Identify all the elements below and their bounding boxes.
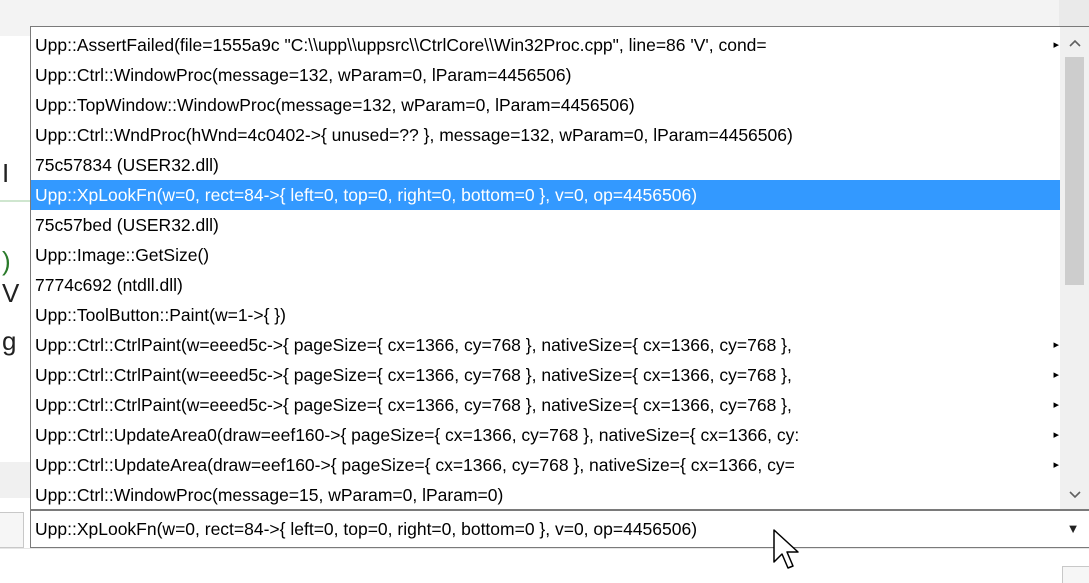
callstack-list: Upp::AssertFailed(file=1555a9c "C:\\upp\… <box>31 30 1061 509</box>
callstack-item-label: 75c57834 (USER32.dll) <box>35 155 219 175</box>
callstack-list-item[interactable]: 75c57bed (USER32.dll) <box>31 210 1061 240</box>
callstack-item-label: Upp::Ctrl::WindowProc(message=132, wPara… <box>35 65 572 85</box>
combo-value: Upp::XpLookFn(w=0, rect=84->{ left=0, to… <box>35 519 698 539</box>
callstack-list-item[interactable]: Upp::Ctrl::WindowProc(message=15, wParam… <box>31 480 1061 509</box>
callstack-item-label: Upp::Ctrl::CtrlPaint(w=eeed5c->{ pageSiz… <box>35 335 792 355</box>
chevron-up-icon[interactable] <box>1060 27 1089 57</box>
callstack-list-item[interactable]: Upp::Ctrl::UpdateArea(draw=eef160->{ pag… <box>31 450 1061 480</box>
left-control-edge <box>0 512 24 548</box>
scrollbar-thumb[interactable] <box>1065 57 1084 285</box>
truncation-arrow-icon: ▸ <box>1053 339 1059 351</box>
background-divider <box>0 200 30 202</box>
callstack-list-item[interactable]: Upp::AssertFailed(file=1555a9c "C:\\upp\… <box>31 30 1061 60</box>
callstack-item-label: Upp::Ctrl::CtrlPaint(w=eeed5c->{ pageSiz… <box>35 395 792 415</box>
bottom-right-control <box>1062 566 1089 583</box>
callstack-list-item[interactable]: Upp::Ctrl::WndProc(hWnd=4c0402->{ unused… <box>31 120 1061 150</box>
mouse-pointer-icon <box>773 529 799 569</box>
background-text-fragment: V <box>2 278 20 308</box>
truncation-arrow-icon: ▸ <box>1053 39 1059 51</box>
background-text-fragment: g <box>2 326 17 356</box>
dropdown-arrow-icon[interactable]: ▼ <box>1057 511 1089 547</box>
background-text-fragment: ) <box>2 246 11 276</box>
callstack-item-label: Upp::Ctrl::UpdateArea0(draw=eef160->{ pa… <box>35 425 800 445</box>
callstack-item-label: Upp::Image::GetSize() <box>35 245 210 265</box>
chevron-down-icon[interactable] <box>1060 479 1089 509</box>
callstack-item-label: 75c57bed (USER32.dll) <box>35 215 219 235</box>
callstack-item-label: 7774c692 (ntdll.dll) <box>35 275 183 295</box>
truncation-arrow-icon: ▸ <box>1053 429 1059 441</box>
callstack-item-label: Upp::ToolButton::Paint(w=1->{ }) <box>35 305 286 325</box>
callstack-item-label: Upp::XpLookFn(w=0, rect=84->{ left=0, to… <box>35 185 698 205</box>
callstack-list-item[interactable]: Upp::Ctrl::CtrlPaint(w=eeed5c->{ pageSiz… <box>31 360 1061 390</box>
truncation-arrow-icon: ▸ <box>1053 459 1059 471</box>
callstack-item-label: Upp::TopWindow::WindowProc(message=132, … <box>35 95 635 115</box>
callstack-item-label: Upp::Ctrl::CtrlPaint(w=eeed5c->{ pageSiz… <box>35 365 792 385</box>
callstack-list-item[interactable]: Upp::Ctrl::CtrlPaint(w=eeed5c->{ pageSiz… <box>31 390 1061 420</box>
background-text-fragment: I <box>2 158 10 188</box>
callstack-dropdown-list[interactable]: Upp::AssertFailed(file=1555a9c "C:\\upp\… <box>30 26 1089 510</box>
truncation-arrow-icon: ▸ <box>1053 399 1059 411</box>
callstack-item-label: Upp::AssertFailed(file=1555a9c "C:\\upp\… <box>35 35 767 55</box>
callstack-list-item[interactable]: Upp::TopWindow::WindowProc(message=132, … <box>31 90 1061 120</box>
callstack-list-item[interactable]: Upp::Ctrl::WindowProc(message=132, wPara… <box>31 60 1061 90</box>
callstack-list-item[interactable]: Upp::XpLookFn(w=0, rect=84->{ left=0, to… <box>31 180 1061 210</box>
bottom-area <box>0 548 1089 583</box>
callstack-list-item[interactable]: Upp::Image::GetSize() <box>31 240 1061 270</box>
callstack-item-label: Upp::Ctrl::WndProc(hWnd=4c0402->{ unused… <box>35 125 793 145</box>
callstack-item-label: Upp::Ctrl::UpdateArea(draw=eef160->{ pag… <box>35 455 795 475</box>
callstack-combo[interactable]: Upp::XpLookFn(w=0, rect=84->{ left=0, to… <box>30 510 1089 548</box>
callstack-list-item[interactable]: Upp::ToolButton::Paint(w=1->{ }) <box>31 300 1061 330</box>
vertical-scrollbar[interactable] <box>1060 27 1089 509</box>
callstack-list-item[interactable]: 7774c692 (ntdll.dll) <box>31 270 1061 300</box>
callstack-item-label: Upp::Ctrl::WindowProc(message=15, wParam… <box>35 485 504 505</box>
callstack-list-item[interactable]: Upp::Ctrl::UpdateArea0(draw=eef160->{ pa… <box>31 420 1061 450</box>
callstack-list-item[interactable]: 75c57834 (USER32.dll) <box>31 150 1061 180</box>
truncation-arrow-icon: ▸ <box>1053 369 1059 381</box>
callstack-list-item[interactable]: Upp::Ctrl::CtrlPaint(w=eeed5c->{ pageSiz… <box>31 330 1061 360</box>
